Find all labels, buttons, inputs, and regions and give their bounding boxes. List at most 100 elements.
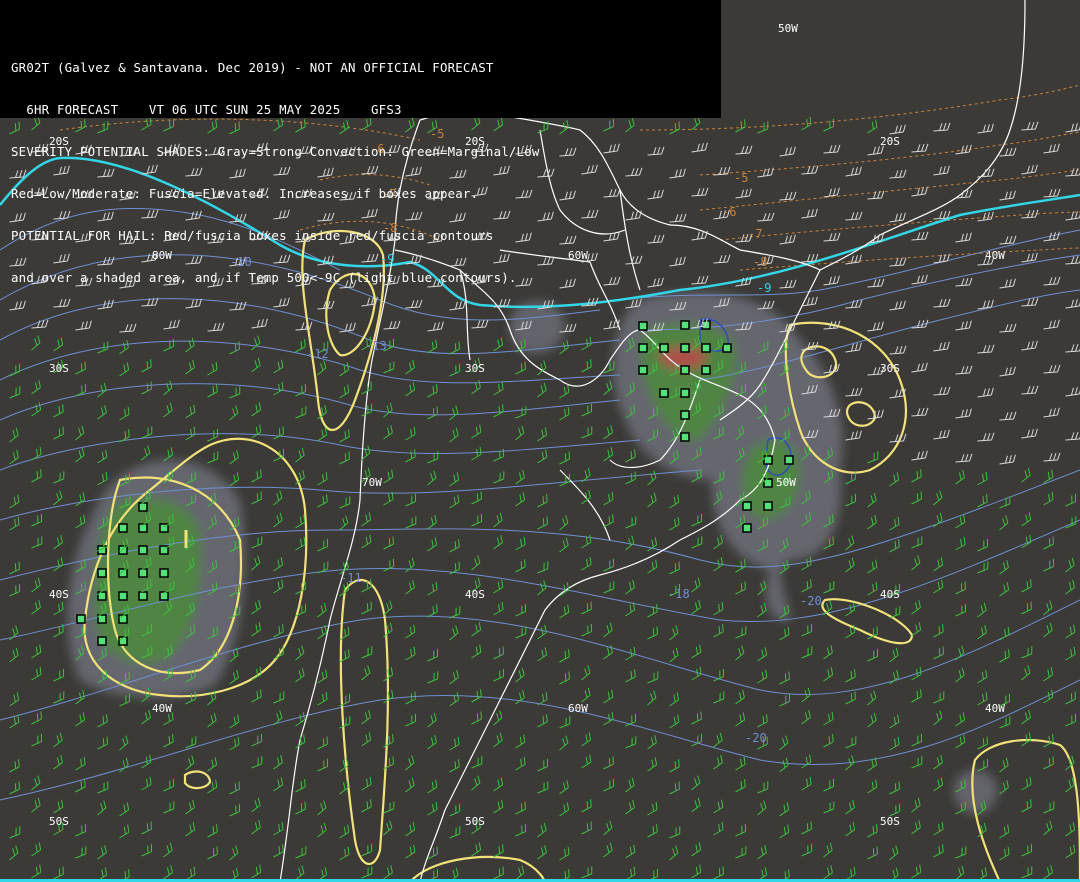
- lon-label: 50W: [776, 476, 796, 489]
- wind-barb: [691, 599, 701, 615]
- wind-barb: [779, 191, 797, 201]
- wind-barb: [75, 779, 86, 793]
- wind-barb: [405, 557, 415, 573]
- wind-barb: [471, 555, 481, 571]
- wind-barb: [1043, 536, 1054, 550]
- wind-barb: [823, 801, 835, 814]
- wind-barb: [603, 447, 614, 462]
- wind-barb: [53, 732, 63, 748]
- wind-barb: [779, 146, 796, 157]
- wind-barb: [625, 799, 635, 815]
- wind-barb: [427, 671, 439, 684]
- lat-label: 50S: [880, 815, 900, 828]
- wind-barb: [295, 447, 305, 463]
- wind-barb: [75, 492, 86, 507]
- wind-barb: [757, 121, 769, 134]
- wind-barb: [339, 515, 349, 531]
- wind-barb: [823, 581, 835, 594]
- wind-barb: [955, 453, 973, 463]
- wind-barb: [1021, 121, 1039, 131]
- wind-barb: [955, 365, 973, 375]
- wind-barb: [31, 513, 43, 527]
- wind-barb: [141, 426, 153, 439]
- wind-barb: [691, 536, 703, 549]
- wind-barb: [669, 826, 681, 839]
- wind-barb: [515, 406, 527, 419]
- wind-barb: [427, 384, 438, 398]
- wind-barb: [163, 402, 173, 418]
- wind-barb: [75, 689, 85, 705]
- wind-barb: [845, 736, 857, 749]
- wind-barb: [625, 602, 636, 617]
- wind-barb: [735, 645, 745, 661]
- wind-barb: [933, 490, 943, 506]
- wind-barb: [317, 538, 329, 552]
- wind-barb: [691, 711, 702, 725]
- wind-barb: [361, 512, 372, 527]
- wind-barb: [449, 300, 466, 311]
- wind-barb: [537, 822, 547, 838]
- wind-barb: [889, 647, 899, 663]
- wind-barb: [581, 732, 592, 747]
- header-valid-time: 6HR FORECAST VT 06 UTC SUN 25 MAY 2025 G…: [11, 102, 402, 117]
- wind-barb: [273, 490, 283, 506]
- wind-barb: [625, 516, 637, 529]
- header-hail-legend: POTENTIAL FOR HAIL: Red/fuscia boxes ins…: [11, 228, 494, 243]
- wind-barb: [339, 496, 351, 509]
- wind-barb: [53, 534, 63, 550]
- wind-barb: [867, 712, 877, 728]
- wind-barb: [559, 384, 570, 399]
- wind-barb: [867, 492, 877, 508]
- wind-barb: [537, 580, 547, 596]
- wind-barb: [449, 341, 460, 355]
- wind-barb: [53, 799, 64, 814]
- contour-label: -7: [748, 227, 762, 241]
- wind-barb: [735, 689, 745, 705]
- wind-barb: [933, 710, 943, 726]
- wind-barb: [185, 359, 195, 375]
- wind-barb: [559, 604, 570, 619]
- wind-barb: [273, 710, 283, 726]
- wind-barb: [1021, 799, 1032, 813]
- wind-barb: [669, 494, 680, 509]
- wind-barb: [229, 669, 239, 685]
- contour-label: -18: [668, 587, 690, 601]
- wind-barb: [141, 821, 152, 835]
- wind-barb: [647, 470, 657, 486]
- wind-barb: [779, 671, 790, 685]
- wind-barb: [405, 299, 423, 309]
- wind-barb: [427, 470, 437, 486]
- wind-barb: [383, 864, 393, 880]
- wind-barb: [405, 579, 415, 595]
- wind-barb: [801, 579, 812, 593]
- wind-barb: [713, 754, 723, 770]
- wind-barb: [427, 734, 437, 750]
- wind-barb: [427, 604, 438, 618]
- wind-barb: [735, 626, 747, 639]
- wind-barb: [163, 447, 174, 462]
- wind-barb: [603, 558, 615, 572]
- wind-barb: [317, 471, 328, 486]
- wind-barb: [559, 451, 570, 465]
- wind-barb: [603, 581, 615, 594]
- wind-barb: [1043, 452, 1061, 462]
- wind-barb: [273, 512, 283, 528]
- wind-barb: [801, 623, 813, 637]
- wind-barb: [735, 823, 747, 837]
- wind-barb: [9, 494, 20, 509]
- wind-barb: [1043, 622, 1053, 638]
- wind-barb: [449, 494, 460, 509]
- wind-barb: [933, 624, 944, 638]
- wind-barb: [735, 581, 746, 595]
- wind-barb: [581, 866, 593, 879]
- wind-barb: [493, 732, 503, 748]
- lon-label: 50W: [778, 22, 798, 35]
- wind-barb: [471, 842, 482, 857]
- wind-barb: [603, 424, 613, 440]
- wind-barb: [141, 359, 152, 373]
- wind-barb: [559, 671, 570, 685]
- wind-barb: [251, 335, 261, 351]
- wind-barb: [977, 561, 989, 574]
- wind-barb: [977, 471, 988, 486]
- wind-barb: [361, 732, 372, 747]
